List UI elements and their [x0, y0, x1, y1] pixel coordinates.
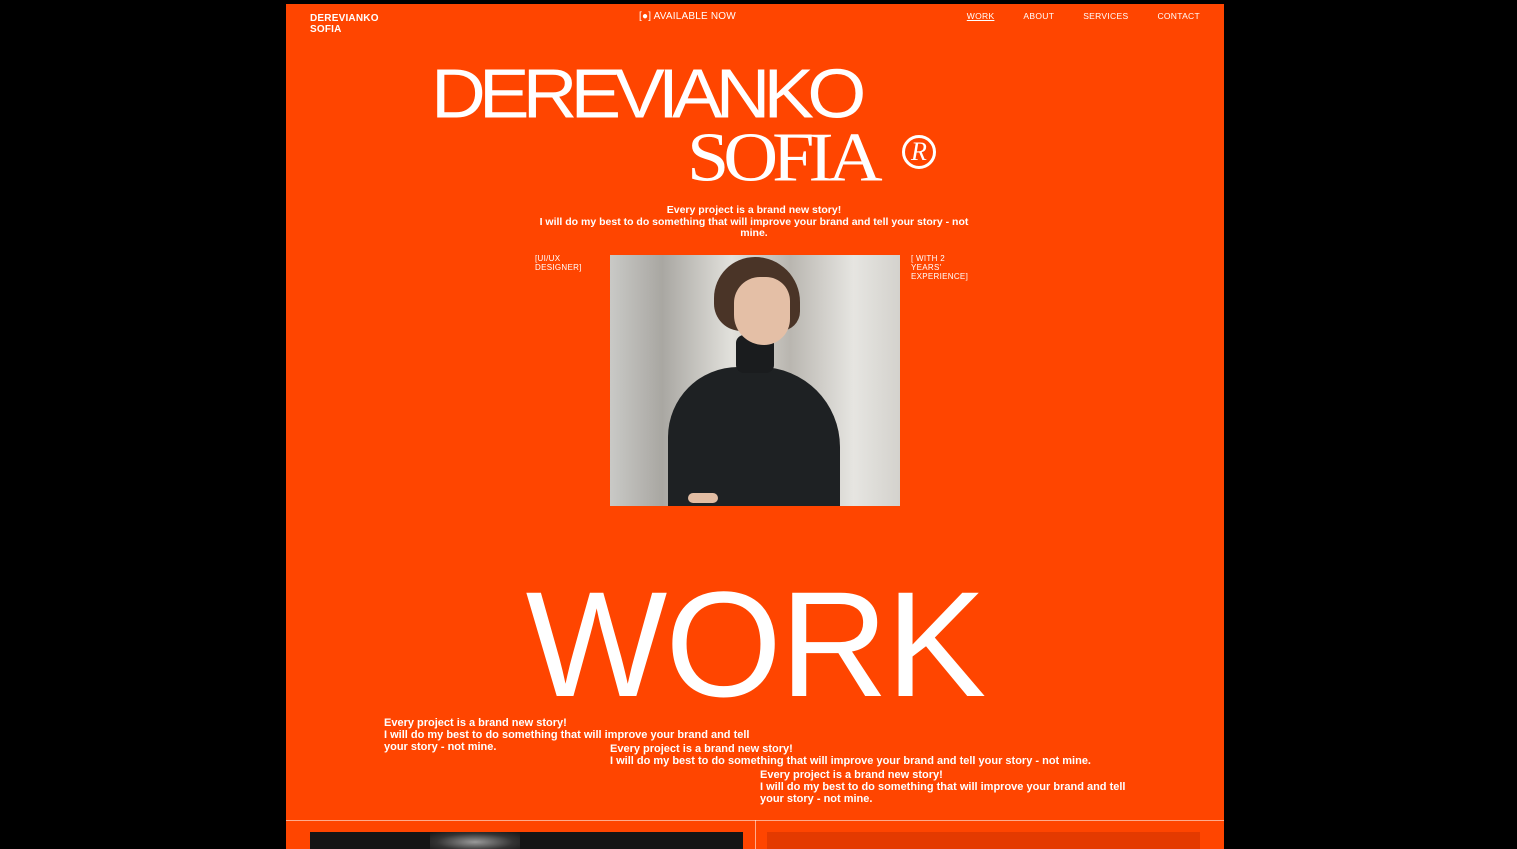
tagline-line-1: Every project is a brand new story!: [666, 204, 842, 216]
availability-status: [●] AVAILABLE NOW: [639, 11, 736, 22]
experience-label-line-2: YEARS': [911, 263, 942, 272]
portrait-face: [734, 277, 790, 345]
experience-label: [ WITH 2 YEARS' EXPERIENCE]: [911, 254, 968, 281]
column-divider: [755, 820, 756, 849]
work-blurb-2: Every project is a brand new story! I wi…: [610, 743, 1100, 767]
work-blurb-3: Every project is a brand new story! I wi…: [760, 769, 1130, 805]
hero-tagline: Every project is a brand new story! I wi…: [529, 204, 979, 240]
work-heading: WORK: [525, 560, 987, 728]
main-nav: WORK ABOUT SERVICES CONTACT: [967, 11, 1200, 21]
experience-label-line-3: EXPERIENCE]: [911, 272, 969, 281]
blurb-3-line-2: I will do my best to do something that w…: [760, 781, 1126, 805]
role-label-line-2: DESIGNER]: [535, 263, 582, 272]
blurb-2-line-2: I will do my best to do something that w…: [610, 755, 1091, 767]
blurb-1-line-1: Every project is a brand new story!: [384, 717, 567, 729]
nav-work[interactable]: WORK: [967, 11, 995, 21]
project-card-2[interactable]: [767, 832, 1200, 849]
project-card-1[interactable]: [310, 832, 743, 849]
registered-icon: R: [902, 135, 936, 169]
portrait-turtleneck: [668, 367, 840, 506]
experience-label-line-1: [ WITH 2: [911, 254, 945, 263]
logo-line-2: SOFIA: [310, 24, 342, 35]
portfolio-page: DEREVIANKO SOFIA [●] AVAILABLE NOW WORK …: [286, 4, 1224, 849]
portrait-hand: [688, 493, 718, 503]
nav-services[interactable]: SERVICES: [1083, 11, 1128, 21]
project-card-1-image: [430, 832, 520, 849]
blurb-2-line-1: Every project is a brand new story!: [610, 743, 793, 755]
logo-line-1: DEREVIANKO: [310, 13, 379, 24]
portrait-photo: [610, 255, 900, 506]
hero-name-line-2: SOFIA: [687, 118, 883, 197]
nav-contact[interactable]: CONTACT: [1157, 11, 1200, 21]
role-label-line-1: [UI/UX: [535, 254, 561, 263]
logo[interactable]: DEREVIANKO SOFIA: [310, 13, 379, 35]
blurb-3-line-1: Every project is a brand new story!: [760, 769, 943, 781]
nav-about[interactable]: ABOUT: [1023, 11, 1054, 21]
role-label: [UI/UX DESIGNER]: [535, 254, 582, 272]
tagline-line-2: I will do my best to do something that w…: [539, 215, 969, 239]
